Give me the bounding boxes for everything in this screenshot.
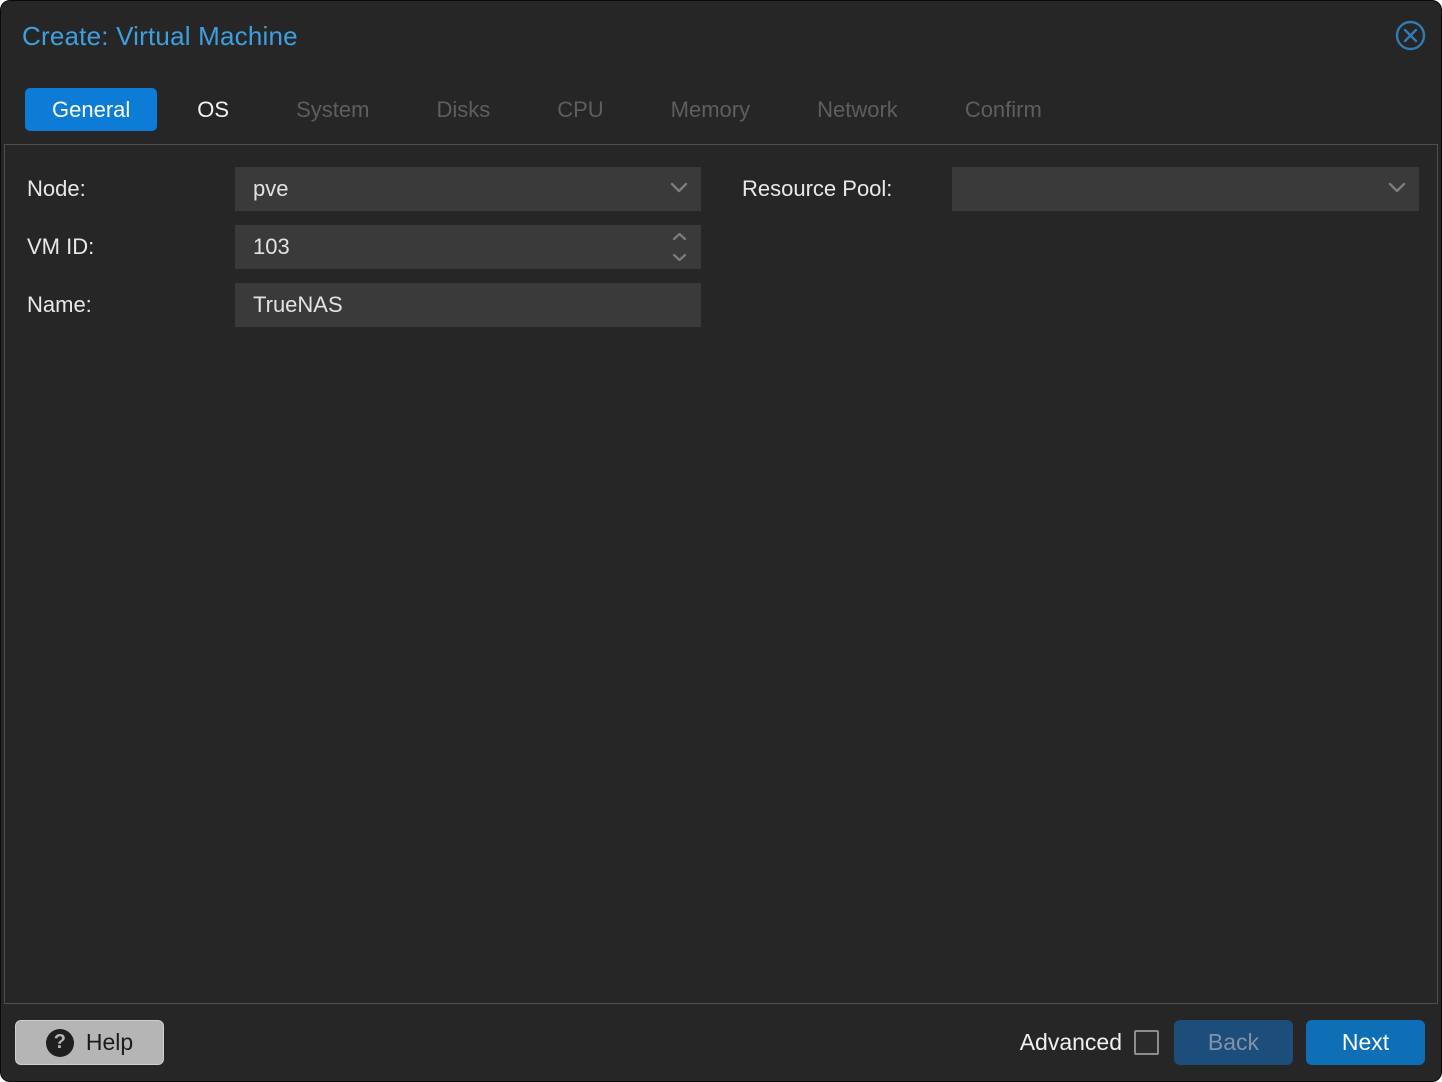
tab-cpu: CPU (530, 88, 630, 131)
tab-confirm: Confirm (938, 88, 1069, 131)
dialog-title: Create: Virtual Machine (22, 21, 298, 52)
tab-network: Network (790, 88, 925, 131)
wizard-tabbar: General OS System Disks CPU Memory Netwo… (25, 88, 1417, 131)
node-combobox[interactable] (235, 167, 701, 211)
resource-pool-input[interactable] (952, 167, 1375, 211)
resource-pool-label: Resource Pool: (742, 167, 892, 211)
question-circle-icon: ? (46, 1029, 74, 1057)
dialog-titlebar: Create: Virtual Machine (1, 1, 1441, 73)
advanced-checkbox[interactable] (1134, 1030, 1159, 1055)
help-button-label: Help (86, 1029, 133, 1056)
name-field[interactable] (235, 283, 701, 327)
chevron-down-icon (672, 249, 687, 267)
chevron-down-icon (670, 180, 688, 198)
next-button[interactable]: Next (1306, 1020, 1425, 1065)
tab-system: System (269, 88, 396, 131)
close-button[interactable] (1395, 22, 1426, 53)
tab-memory: Memory (644, 88, 777, 131)
resource-pool-dropdown-trigger[interactable] (1375, 167, 1419, 211)
vm-id-spinner[interactable] (235, 225, 701, 269)
chevron-down-icon (1388, 180, 1406, 198)
back-button[interactable]: Back (1174, 1020, 1293, 1065)
advanced-label: Advanced (1020, 1029, 1122, 1056)
name-input[interactable] (235, 283, 701, 327)
tab-os[interactable]: OS (170, 88, 256, 131)
node-input[interactable] (235, 167, 657, 211)
chevron-up-icon (672, 228, 687, 246)
resource-pool-combobox[interactable] (952, 167, 1419, 211)
name-label: Name: (27, 283, 92, 327)
node-label: Node: (27, 167, 86, 211)
general-tab-panel: Node: Resource Pool: VM ID: (4, 144, 1438, 1004)
tab-disks: Disks (409, 88, 517, 131)
tab-general[interactable]: General (25, 88, 157, 131)
help-button[interactable]: ? Help (15, 1020, 164, 1065)
create-vm-dialog: Create: Virtual Machine General OS Syste… (0, 0, 1442, 1082)
close-icon (1395, 20, 1426, 56)
vm-id-label: VM ID: (27, 225, 94, 269)
vm-id-spin-buttons[interactable] (657, 225, 701, 269)
dialog-footer: ? Help Advanced Back Next (1, 1005, 1441, 1081)
node-dropdown-trigger[interactable] (657, 167, 701, 211)
vm-id-input[interactable] (235, 225, 657, 269)
